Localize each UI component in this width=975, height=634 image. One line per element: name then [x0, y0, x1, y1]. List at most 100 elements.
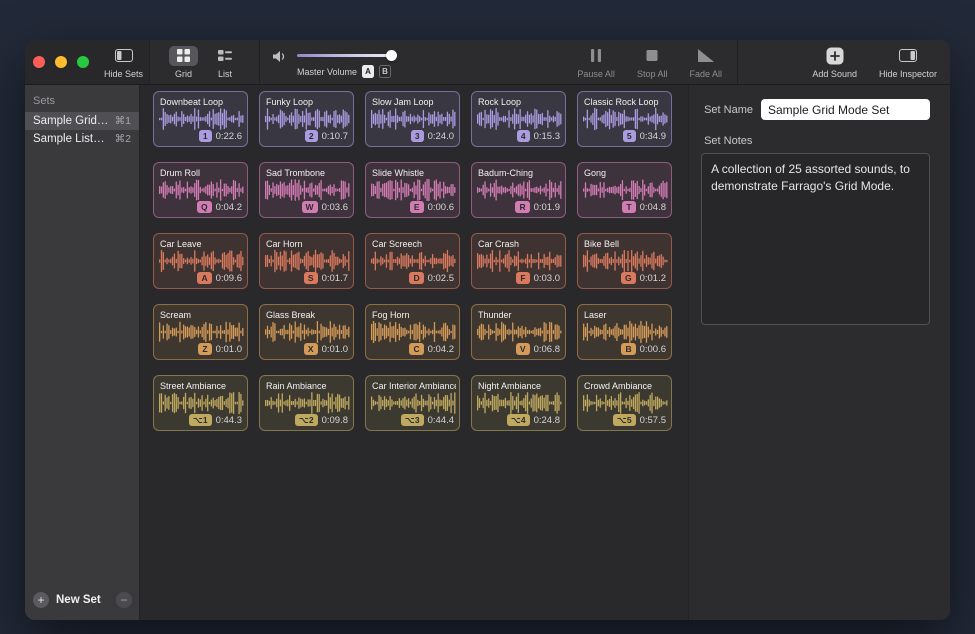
waveform — [583, 107, 668, 131]
key-badge: ⌥1 — [189, 414, 212, 426]
key-badge: C — [409, 343, 423, 355]
list-view-button[interactable]: List — [205, 40, 245, 84]
set-item-shortcut: ⌘2 — [115, 133, 131, 145]
sound-tile[interactable]: Car CrashF0:03.0 — [471, 233, 566, 289]
tile-meta: G0:01.2 — [621, 272, 666, 284]
sound-tile[interactable]: Crowd Ambiance⌥50:57.5 — [577, 375, 672, 431]
sound-tile[interactable]: Drum RollQ0:04.2 — [153, 162, 248, 218]
waveform — [159, 178, 244, 202]
sound-tile[interactable]: Car HornS0:01.7 — [259, 233, 354, 289]
hide-inspector-icon — [891, 46, 925, 66]
sound-tile[interactable]: Car ScreechD0:02.5 — [365, 233, 460, 289]
master-volume-group: Master Volume A B — [272, 40, 397, 84]
channel-a-toggle[interactable]: A — [362, 65, 374, 78]
tile-meta: V0:06.8 — [516, 343, 560, 355]
waveform — [477, 107, 562, 131]
key-badge: R — [515, 201, 529, 213]
set-name-input[interactable] — [761, 99, 930, 120]
hide-sets-label: Hide Sets — [104, 69, 143, 79]
close-window-button[interactable] — [33, 56, 45, 68]
fade-icon — [690, 46, 722, 66]
sound-tile[interactable]: Funky Loop20:10.7 — [259, 91, 354, 147]
sound-tile[interactable]: Fog HornC0:04.2 — [365, 304, 460, 360]
sound-tile[interactable]: ScreamZ0:01.0 — [153, 304, 248, 360]
channel-b-toggle[interactable]: B — [379, 65, 391, 78]
master-volume-knob[interactable] — [386, 50, 397, 61]
duration-label: 0:02.5 — [428, 273, 454, 284]
sound-tile[interactable]: GongT0:04.8 — [577, 162, 672, 218]
tile-meta: 10:22.6 — [199, 130, 242, 142]
new-set-button[interactable]: New Set — [56, 594, 101, 606]
sidebar-set-item[interactable]: Sample List…⌘2 — [25, 130, 139, 148]
hide-inspector-label: Hide Inspector — [879, 69, 937, 79]
sound-tile[interactable]: Glass BreakX0:01.0 — [259, 304, 354, 360]
sound-tile[interactable]: Rock Loop 40:15.3 — [471, 91, 566, 147]
sound-tile[interactable]: LaserB0:00.6 — [577, 304, 672, 360]
tile-meta: A0:09.6 — [197, 272, 242, 284]
key-badge: T — [622, 201, 635, 213]
key-badge: V — [516, 343, 530, 355]
sound-tile[interactable]: Thunder V0:06.8 — [471, 304, 566, 360]
sound-tile[interactable]: Slow Jam Loop30:24.0 — [365, 91, 460, 147]
sound-title: Rain Ambiance — [266, 381, 350, 391]
sound-title: Rock Loop — [478, 97, 562, 107]
sound-title: Slide Whistle — [372, 168, 456, 178]
add-sound-label: Add Sound — [812, 69, 857, 79]
sound-tile[interactable]: Car Interior Ambiance⌥30:44.4 — [365, 375, 460, 431]
sound-title: Bike Bell — [584, 239, 668, 249]
duration-label: 0:00.6 — [640, 344, 666, 355]
add-sound-button[interactable]: Add Sound — [807, 40, 862, 84]
waveform — [371, 320, 456, 344]
grid-view-button[interactable]: Grid — [164, 40, 203, 84]
tile-meta: B0:00.6 — [621, 343, 666, 355]
minimize-window-button[interactable] — [55, 56, 67, 68]
duration-label: 0:04.2 — [216, 202, 242, 213]
master-volume-slider[interactable] — [297, 50, 397, 61]
sound-tile[interactable]: Street Ambiance⌥10:44.3 — [153, 375, 248, 431]
hide-sets-button[interactable]: Hide Sets — [99, 44, 148, 81]
waveform — [371, 107, 456, 131]
pause-all-label: Pause All — [577, 69, 615, 79]
inspector-panel: Set Name Set Notes A collection of 25 as… — [688, 85, 950, 620]
tile-meta: T 0:04.8 — [622, 201, 666, 213]
key-badge: W — [302, 201, 318, 213]
stop-all-label: Stop All — [637, 69, 668, 79]
sound-tile[interactable]: Car LeaveA0:09.6 — [153, 233, 248, 289]
tile-meta: R0:01.9 — [515, 201, 560, 213]
sound-tile[interactable]: Classic Rock Loop50:34.9 — [577, 91, 672, 147]
set-item-shortcut: ⌘1 — [115, 115, 131, 127]
sound-tile[interactable]: Rain Ambiance⌥20:09.8 — [259, 375, 354, 431]
set-item-label: Sample Grid… — [33, 115, 108, 127]
sound-tile[interactable]: Badum-ChingR0:01.9 — [471, 162, 566, 218]
tile-meta: W0:03.6 — [302, 201, 348, 213]
list-view-label: List — [218, 69, 232, 79]
sound-tile[interactable]: Slide WhistleE0:00.6 — [365, 162, 460, 218]
zoom-window-button[interactable] — [77, 56, 89, 68]
stop-all-button[interactable]: Stop All — [632, 40, 673, 84]
sound-tile[interactable]: Sad TromboneW0:03.6 — [259, 162, 354, 218]
sound-tile[interactable]: Downbeat Loop10:22.6 — [153, 91, 248, 147]
waveform — [583, 178, 668, 202]
duration-label: 0:24.8 — [534, 415, 560, 426]
sets-list: Sample Grid… ⌘1 Sample List…⌘2 — [25, 112, 139, 148]
add-set-icon[interactable]: + — [33, 592, 49, 608]
set-notes-input[interactable]: A collection of 25 assorted sounds, to d… — [701, 153, 930, 325]
remove-set-icon[interactable]: − — [116, 592, 132, 608]
hide-inspector-button[interactable]: Hide Inspector — [874, 40, 942, 84]
sound-tile[interactable]: Bike Bell G0:01.2 — [577, 233, 672, 289]
tile-meta: 40:15.3 — [517, 130, 560, 142]
sound-title: Street Ambiance — [160, 381, 244, 391]
waveform — [477, 178, 562, 202]
key-badge: ⌥4 — [507, 414, 530, 426]
sound-tile[interactable]: Night Ambiance⌥40:24.8 — [471, 375, 566, 431]
tile-meta: Q0:04.2 — [197, 201, 242, 213]
duration-label: 0:04.8 — [640, 202, 666, 213]
fade-all-button[interactable]: Fade All — [684, 40, 727, 84]
tile-meta: C0:04.2 — [409, 343, 454, 355]
tile-meta: F0:03.0 — [516, 272, 560, 284]
main-area: Downbeat Loop10:22.6Funky Loop20:10.7Slo… — [140, 85, 688, 620]
sound-title: Thunder — [478, 310, 562, 320]
pause-icon — [583, 46, 609, 66]
pause-all-button[interactable]: Pause All — [572, 40, 620, 84]
sidebar-set-item[interactable]: Sample Grid… ⌘1 — [25, 112, 139, 130]
